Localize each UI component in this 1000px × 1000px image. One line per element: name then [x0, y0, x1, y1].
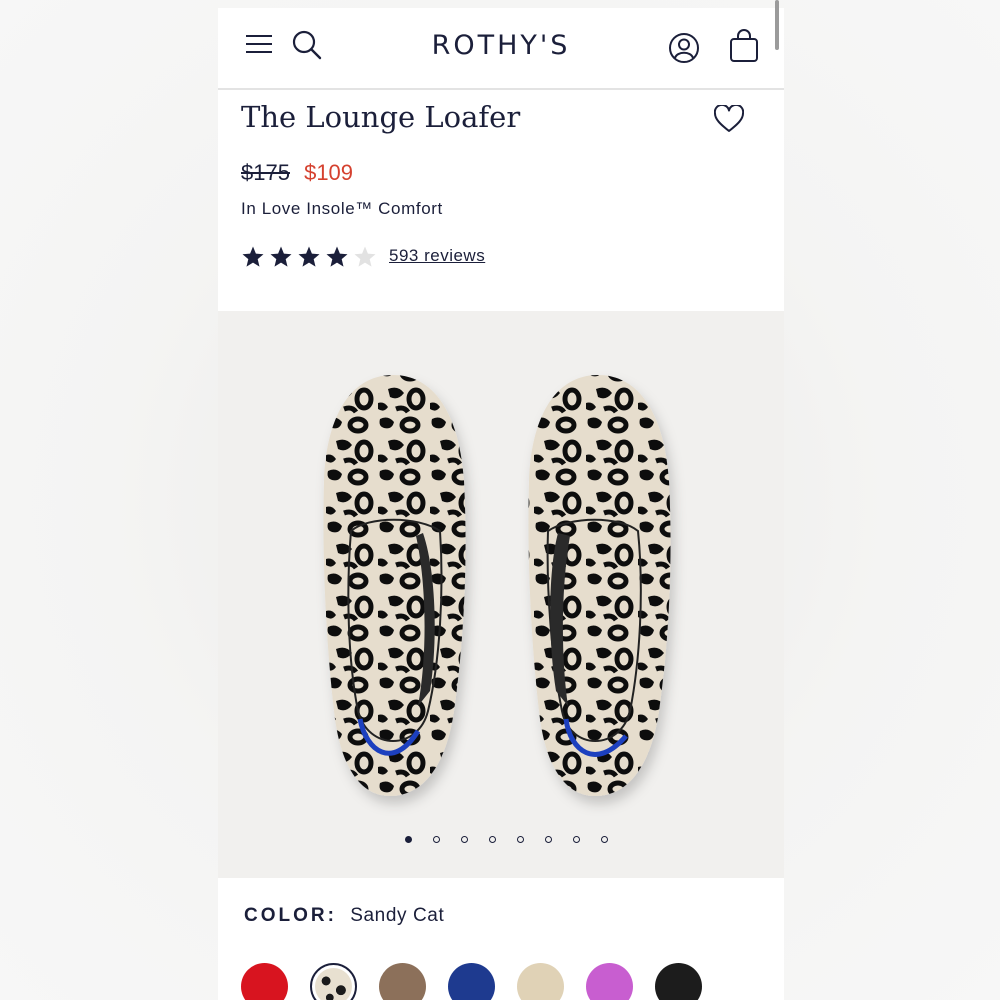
gallery-dot[interactable] [572, 836, 580, 843]
product-image [323, 375, 671, 796]
product-image-gallery[interactable] [218, 311, 784, 878]
color-swatch[interactable] [586, 963, 633, 1000]
color-swatch[interactable] [379, 963, 426, 1000]
price-row: $175 $109 [241, 160, 353, 186]
selected-color-name: Sandy Cat [350, 905, 445, 926]
color-swatch[interactable] [310, 963, 357, 1000]
gallery-dot[interactable] [544, 836, 552, 843]
star-empty-icon [354, 246, 376, 267]
star-filled-icon [298, 246, 320, 267]
gallery-dot[interactable] [516, 836, 524, 843]
original-price: $175 [241, 160, 290, 185]
product-title: The Lounge Loafer [241, 100, 521, 134]
wishlist-heart-icon[interactable] [714, 105, 744, 133]
star-filled-icon [242, 246, 264, 267]
product-subtitle: In Love Insole™ Comfort [241, 199, 443, 218]
color-selector-label: COLOR: Sandy Cat [244, 905, 444, 927]
color-label: COLOR: [244, 905, 337, 926]
account-icon[interactable] [668, 32, 700, 64]
left-shoe [323, 375, 466, 796]
shopping-bag-icon[interactable] [729, 29, 759, 63]
color-swatch[interactable] [448, 963, 495, 1000]
gallery-pagination [218, 836, 784, 843]
site-header: ROTHY'S [218, 8, 784, 90]
gallery-dot[interactable] [460, 836, 468, 843]
right-shoe [528, 375, 671, 796]
color-swatch[interactable] [241, 963, 288, 1000]
reviews-link[interactable]: 593 reviews [389, 246, 485, 266]
color-swatch[interactable] [517, 963, 564, 1000]
gallery-dot[interactable] [600, 836, 608, 843]
swatch-pattern [315, 968, 352, 1000]
scrollbar[interactable] [775, 0, 779, 50]
color-swatch[interactable] [655, 963, 702, 1000]
gallery-dot[interactable] [404, 836, 412, 843]
star-filled-icon [270, 246, 292, 267]
color-swatches [241, 963, 702, 1000]
rating-stars [241, 245, 377, 269]
sale-price: $109 [304, 160, 354, 185]
star-filled-icon [326, 246, 348, 267]
product-page: ROTHY'S The Lounge Loafer $175 $109 In L… [218, 8, 784, 1000]
gallery-dot[interactable] [488, 836, 496, 843]
gallery-dot[interactable] [432, 836, 440, 843]
